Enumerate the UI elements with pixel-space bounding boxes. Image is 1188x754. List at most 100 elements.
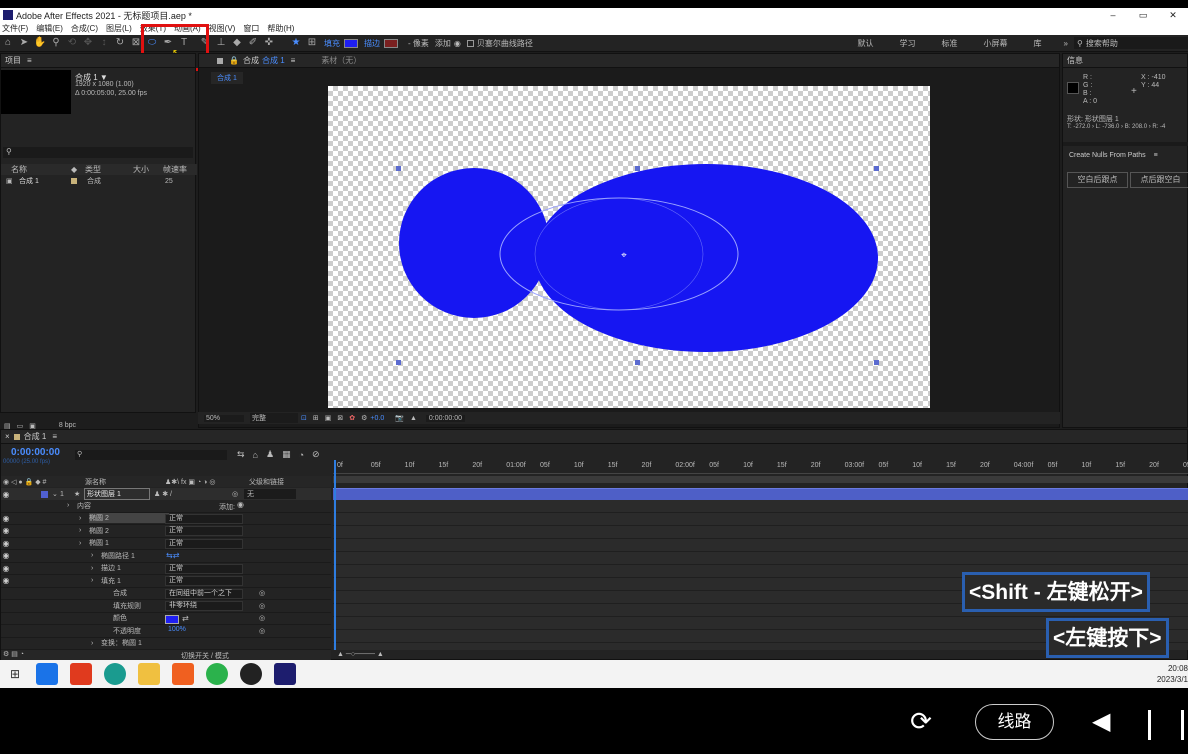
property-name[interactable]: 颜色 (113, 613, 169, 623)
file-explorer-icon[interactable] (138, 663, 160, 685)
exposure-icon[interactable]: ⚙ (361, 414, 367, 422)
property-name[interactable]: 合成 (113, 588, 169, 598)
property-visibility-icon[interactable]: ◉ (1, 514, 11, 523)
toggle-switches-modes[interactable]: 切换开关 / 模式 (181, 651, 229, 660)
motion-blur-icon[interactable]: ◔ (299, 450, 304, 460)
null-then-point-button[interactable]: 空白后跟点 (1067, 172, 1128, 188)
property-mode-dropdown[interactable]: 正常 (165, 526, 243, 536)
property-row[interactable]: ◉ › 描边 1 正常 (1, 563, 331, 575)
project-search-field[interactable]: ⚲ (3, 147, 193, 158)
guides-icon[interactable]: ⊠ (337, 414, 343, 422)
quality-dropdown[interactable]: 完整 (250, 413, 298, 423)
timeline-timecode[interactable]: 0:00:00:00 (11, 447, 60, 458)
workspace-library[interactable]: 库 (1034, 38, 1042, 49)
rotation-tool-icon[interactable]: ↻ (113, 36, 127, 50)
point-then-null-button[interactable]: 点后跟空白 (1130, 172, 1188, 188)
wps-icon[interactable] (70, 663, 92, 685)
parent-dropdown[interactable]: 无 (244, 489, 296, 499)
col-source-name[interactable]: 源名称 (61, 477, 165, 487)
property-mode-dropdown[interactable]: 正常 (165, 576, 243, 586)
home-icon[interactable]: ⌂ (1, 36, 15, 50)
add-icon[interactable]: ◉ (454, 39, 461, 48)
bpc-label[interactable]: 8 bpc (59, 422, 76, 429)
parent-pickwhip-icon[interactable]: ◎ (232, 490, 244, 498)
twirl-icon[interactable]: › (79, 540, 89, 547)
twirl-icon[interactable]: › (91, 640, 101, 647)
region-icon[interactable]: ⊡ (301, 414, 307, 422)
shape-layer-graphic[interactable]: ⌖ (328, 86, 930, 408)
property-name[interactable]: 椭圆 2 (89, 526, 169, 536)
menu-view[interactable]: 视图(V) (209, 23, 236, 34)
timeline-close-icon[interactable]: × (5, 432, 10, 441)
show-snapshot-icon[interactable]: ▲ (410, 415, 417, 422)
property-name[interactable]: 填充规则 (113, 601, 169, 611)
fullscreen-icon[interactable] (1148, 710, 1184, 740)
property-mode-dropdown[interactable]: 在同组中前一个之下 (165, 588, 243, 599)
comp-canvas[interactable]: ⌖ (328, 86, 930, 408)
color-eyedropper-icon[interactable]: ⇄ (182, 614, 189, 623)
bbox-handle-tr[interactable] (874, 166, 879, 171)
work-area-bar[interactable] (333, 476, 1188, 483)
app-icon-blue[interactable] (36, 663, 58, 685)
comp-tab-name[interactable]: 合成 1 (262, 55, 285, 66)
twirl-icon[interactable]: › (79, 515, 89, 522)
property-row[interactable]: › 变换：椭圆 1 (1, 638, 331, 650)
col-parent[interactable]: 父级和链接 (249, 477, 284, 487)
layer-duration-bar[interactable] (333, 488, 1188, 500)
expression-pickwhip-icon[interactable]: ◎ (259, 589, 265, 597)
workspace-learn[interactable]: 学习 (900, 38, 916, 49)
snapshot-icon[interactable]: 📷 (395, 414, 404, 422)
workspace-default[interactable]: 默认 (858, 38, 874, 49)
menu-window[interactable]: 窗口 (243, 23, 259, 34)
property-name[interactable]: 椭圆路径 1 (101, 551, 169, 561)
layer-visibility-icon[interactable]: ◉ (1, 490, 11, 499)
twirl-icon[interactable]: › (91, 552, 101, 559)
twirl-icon[interactable]: › (67, 502, 77, 509)
timeline-zoom-slider[interactable]: ▲ ─○──── ▲ (337, 651, 384, 658)
after-effects-icon[interactable] (274, 663, 296, 685)
fill-swatch[interactable] (344, 38, 358, 48)
workspace-more-icon[interactable]: » (1064, 39, 1068, 48)
property-name[interactable]: 填充 1 (101, 576, 169, 586)
volume-icon[interactable]: ◀ (1092, 706, 1118, 738)
property-visibility-icon[interactable]: ◉ (1, 564, 11, 573)
twirl-icon[interactable]: ⌄ (52, 490, 60, 498)
layer-switches[interactable]: ♟ ✱ / (154, 490, 232, 498)
expression-pickwhip-icon[interactable]: ◎ (259, 614, 265, 622)
expression-pickwhip-icon[interactable]: ◎ (259, 602, 265, 610)
puppet-pin-tool-icon[interactable]: ✜ (262, 36, 276, 50)
comp-tab-label[interactable]: 合成 (243, 55, 259, 66)
stroke-swatch[interactable] (384, 38, 398, 48)
path-link-icon[interactable]: ⇆⇄ (166, 551, 179, 560)
property-mode-dropdown[interactable]: 正常 (165, 563, 243, 574)
shape-options-icon[interactable]: ⊞ (305, 36, 319, 50)
minimize-button[interactable]: – (1098, 10, 1128, 20)
menu-layer[interactable]: 图层(L) (106, 23, 132, 34)
property-name[interactable]: 描边 1 (101, 563, 169, 573)
channel-icon[interactable]: ✿ (349, 414, 355, 422)
property-row[interactable]: ◉ › 填充 1 正常 (1, 575, 331, 588)
property-visibility-icon[interactable]: ◉ (1, 539, 11, 548)
property-name[interactable]: 变换：椭圆 1 (101, 638, 169, 648)
graph-editor-icon[interactable]: ⊘ (312, 449, 320, 460)
property-row[interactable]: 不透明度 100% ◎ (1, 625, 331, 638)
clone-stamp-tool-icon[interactable]: ⊥ (214, 36, 228, 50)
property-row[interactable]: 合成 在同组中前一个之下 ◎ (1, 588, 331, 600)
expression-pickwhip-icon[interactable]: ◎ (259, 627, 265, 635)
project-item-comp1[interactable]: ▣ 合成 1 合成 25 (1, 176, 197, 186)
menu-edit[interactable]: 编辑(E) (36, 23, 63, 34)
zoom-dropdown[interactable]: 50% (204, 414, 244, 422)
bbox-handle-tl[interactable] (396, 166, 401, 171)
property-mode-dropdown[interactable]: 非零环绕 (165, 601, 243, 611)
property-row[interactable]: › 内容 (1, 500, 331, 513)
layer-name[interactable]: 形状图层 1 (84, 488, 150, 500)
frame-blend-icon[interactable]: ▦ (282, 449, 291, 460)
hand-tool-icon[interactable]: ✋ (33, 36, 47, 50)
layer-row-1[interactable]: ◉ ⌄ 1 ★ 形状图层 1 ♟ ✱ / ◎ 无 (1, 488, 331, 500)
orbit-tool-icon[interactable]: ⟲ (65, 36, 79, 50)
property-name[interactable]: 椭圆 1 (89, 538, 169, 548)
property-visibility-icon[interactable]: ◉ (1, 551, 11, 560)
selection-tool-icon[interactable]: ➤ (17, 36, 31, 50)
route-button[interactable]: 线路 (975, 704, 1054, 740)
property-name[interactable]: 不透明度 (113, 626, 169, 636)
